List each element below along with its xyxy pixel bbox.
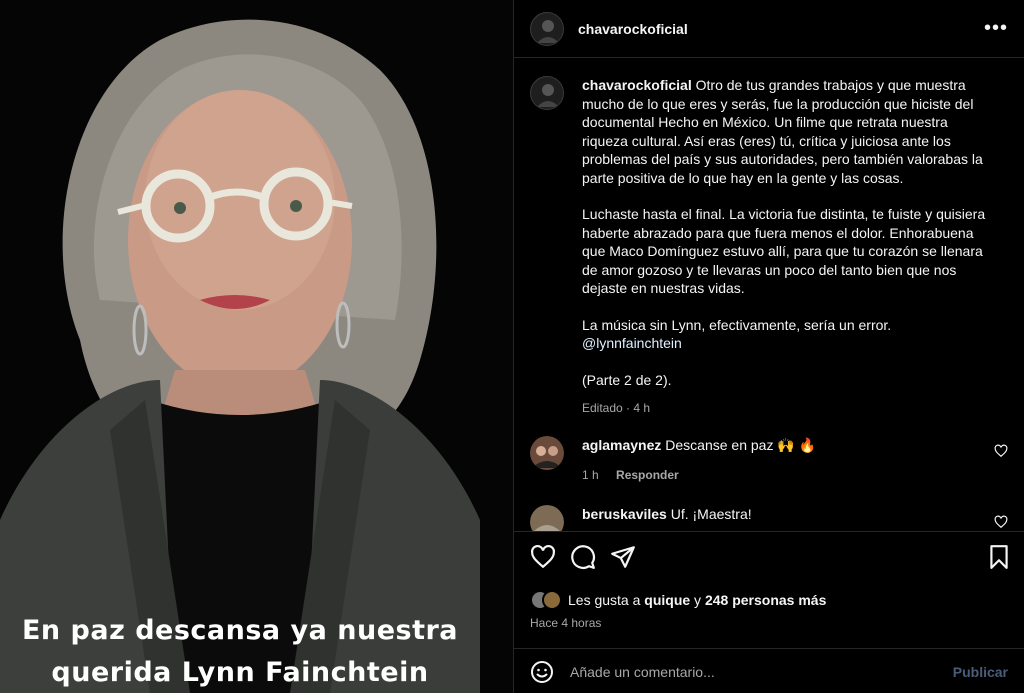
post-photo: [0, 0, 513, 693]
image-caption-line-2: querida Lynn Fainchtein: [51, 657, 429, 688]
publish-button[interactable]: Publicar: [953, 664, 1008, 680]
comment-username[interactable]: aglamaynez: [582, 437, 661, 453]
emoji-icon[interactable]: [530, 660, 554, 684]
likes-count[interactable]: 248 personas más: [705, 592, 826, 608]
caption-paragraph-1: Otro de tus grandes trabajos y que muest…: [582, 77, 983, 186]
caption-paragraph-4: (Parte 2 de 2).: [582, 371, 672, 388]
likes-prefix: Les gusta a: [568, 592, 645, 608]
like-comment-heart-icon[interactable]: [994, 515, 1008, 529]
post-panel: chavarockoficial ••• chavarockoficial Ot…: [513, 0, 1024, 693]
author-avatar[interactable]: [530, 11, 564, 46]
comment-text: Uf. ¡Maestra!: [670, 506, 752, 522]
post-header: chavarockoficial •••: [514, 0, 1024, 58]
liker-avatar: [542, 590, 562, 610]
heart-icon[interactable]: [530, 544, 556, 570]
post-time: Hace 4 horas: [530, 616, 602, 630]
commenter-avatar[interactable]: [530, 436, 564, 470]
comment-composer: Publicar: [514, 648, 1024, 693]
bookmark-icon[interactable]: [986, 544, 1012, 570]
share-icon[interactable]: [610, 544, 636, 570]
post-caption: chavarockoficial Otro de tus grandes tra…: [530, 76, 1008, 418]
comment-input[interactable]: [570, 663, 953, 680]
caption-author[interactable]: chavarockoficial: [582, 77, 692, 93]
likes-mid: y: [690, 592, 705, 608]
comment-item: beruskaviles Uf. ¡Maestra!: [530, 505, 1008, 531]
caption-author-avatar[interactable]: [530, 76, 564, 110]
likes-summary[interactable]: Les gusta a quique y 248 personas más: [530, 590, 826, 610]
comment-item: aglamaynez Descanse en paz 🙌 🔥 1 h Respo…: [530, 436, 1008, 484]
caption-paragraph-3: La música sin Lynn, efectivamente, sería…: [582, 316, 892, 333]
comment-username[interactable]: beruskaviles: [582, 506, 667, 522]
edited-timestamp: Editado · 4 h: [582, 401, 651, 415]
comment-icon[interactable]: [570, 544, 596, 570]
post-media[interactable]: En paz descansa ya nuestra querida Lynn …: [0, 0, 513, 693]
comment-time: 1 h: [582, 468, 599, 482]
comments-section[interactable]: chavarockoficial Otro de tus grandes tra…: [514, 59, 1024, 531]
header-username[interactable]: chavarockoficial: [578, 21, 688, 37]
like-comment-heart-icon[interactable]: [994, 444, 1008, 458]
image-caption: En paz descansa ya nuestra querida Lynn …: [0, 610, 480, 693]
comment-text: Descanse en paz 🙌 🔥: [665, 437, 817, 453]
caption-text: chavarockoficial Otro de tus grandes tra…: [582, 76, 992, 418]
reply-button[interactable]: Responder: [616, 468, 679, 482]
caption-paragraph-2: Luchaste hasta el final. La victoria fue…: [582, 206, 986, 296]
more-horizontal-icon[interactable]: •••: [984, 17, 1008, 40]
commenter-avatar[interactable]: [530, 505, 564, 531]
post-actions: Les gusta a quique y 248 personas más Ha…: [514, 531, 1024, 693]
mention-link[interactable]: @lynnfainchtein: [582, 334, 992, 353]
image-caption-line-1: En paz descansa ya nuestra: [21, 615, 459, 646]
likes-user[interactable]: quique: [644, 592, 690, 608]
